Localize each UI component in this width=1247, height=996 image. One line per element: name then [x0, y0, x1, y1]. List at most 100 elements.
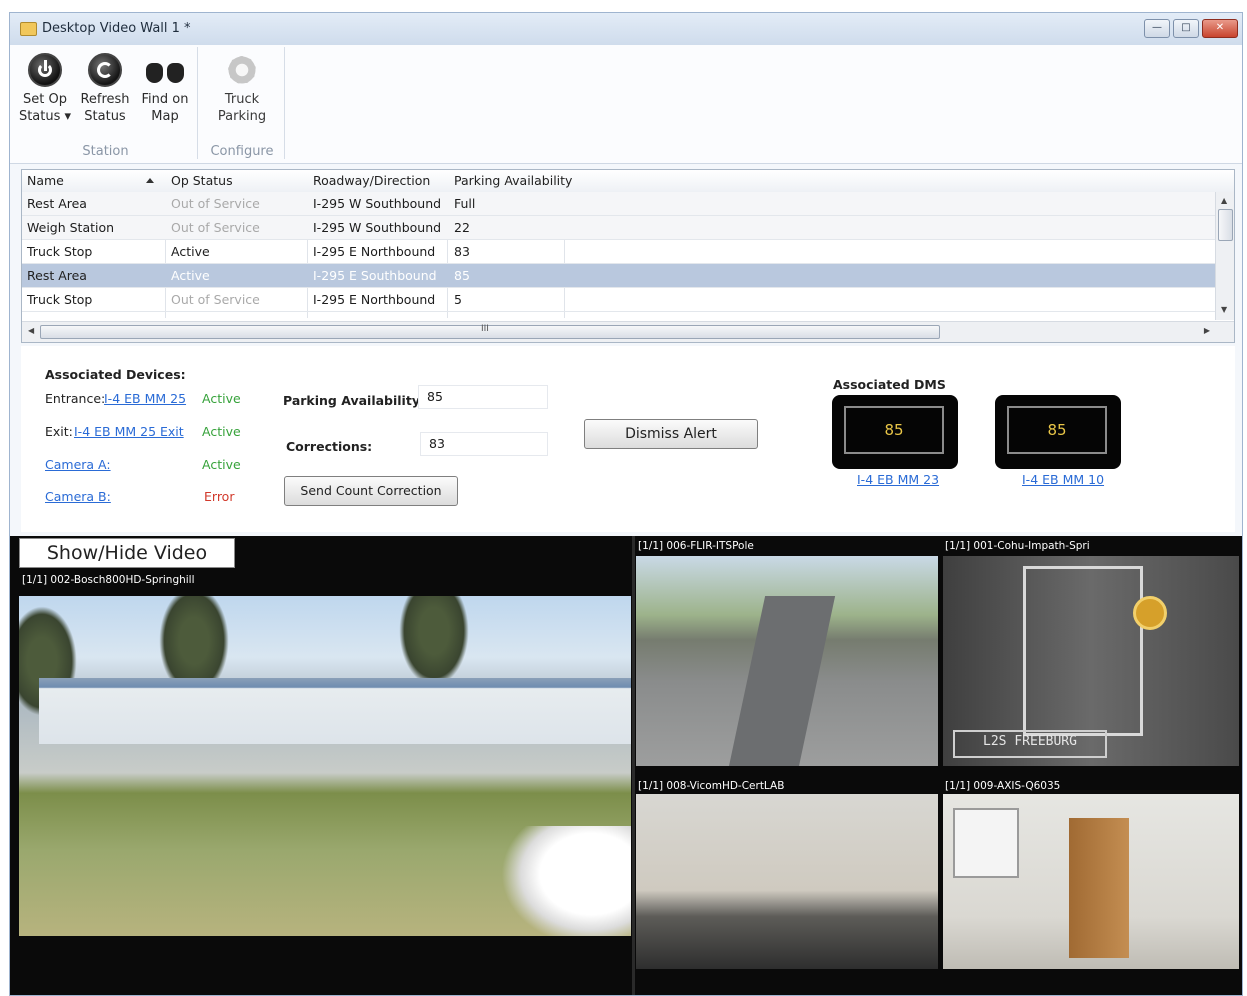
ribbon: Set Op Status ▾ Refresh Status Find on M…	[10, 45, 1242, 164]
title-bar: Desktop Video Wall 1 * — □ ✕	[10, 13, 1242, 46]
camera-view-2[interactable]: L2S FREEBURG	[943, 556, 1239, 766]
exit-link[interactable]: I-4 EB MM 25 Exit	[74, 424, 184, 439]
refresh-status-label-2: Status	[84, 109, 126, 124]
camera-label-1: [1/1] 006-FLIR-ITSPole	[638, 540, 754, 552]
refresh-status-label-1: Refresh	[80, 92, 130, 107]
cell-roadway: I-295 E Southbound	[313, 268, 437, 283]
car-image	[501, 826, 631, 936]
corrections-field[interactable]: 83	[420, 432, 548, 456]
refresh-status-button[interactable]: Refresh Status	[76, 47, 134, 125]
set-op-status-label-1: Set Op	[23, 92, 67, 107]
camera-b-link[interactable]: Camera B:	[45, 489, 111, 504]
table-row-selected[interactable]: Rest Area Active I-295 E Southbound 85	[22, 264, 1216, 288]
send-count-correction-button[interactable]: Send Count Correction	[284, 476, 458, 506]
find-on-map-button[interactable]: Find on Map	[136, 47, 194, 125]
app-window: Desktop Video Wall 1 * — □ ✕ Set Op Stat…	[9, 12, 1243, 996]
set-op-status-label-2: Status ▾	[18, 109, 72, 124]
cell-status: Active	[171, 244, 210, 259]
camera-view-1[interactable]	[636, 556, 938, 766]
cell-availability: 83	[454, 244, 470, 259]
dms-sign-2-link[interactable]: I-4 EB MM 10	[1022, 472, 1104, 487]
cell-name: Rest Area	[27, 196, 87, 211]
entrance-status: Active	[202, 391, 241, 406]
exit-status: Active	[202, 424, 241, 439]
cell-roadway: I-295 E Northbound	[313, 292, 436, 307]
cell-name: Weigh Station	[27, 220, 115, 235]
scroll-down-icon[interactable]: ▼	[1221, 305, 1227, 314]
column-header-op-status[interactable]: Op Status	[171, 173, 233, 188]
main-camera-view[interactable]	[19, 596, 631, 936]
cell-availability: Full	[454, 196, 476, 211]
find-on-map-label-2: Map	[151, 109, 179, 124]
camera-a-link[interactable]: Camera A:	[45, 457, 111, 472]
dismiss-alert-button[interactable]: Dismiss Alert	[584, 419, 758, 449]
scroll-grip: III	[481, 324, 489, 334]
parking-availability-field[interactable]: 85	[418, 385, 548, 409]
horizontal-scroll-thumb[interactable]: III	[40, 324, 940, 339]
corrections-label: Corrections:	[286, 439, 373, 454]
ribbon-group-configure: Truck Parking Configure	[200, 47, 285, 159]
dms-sign-1-link[interactable]: I-4 EB MM 23	[857, 472, 939, 487]
cell-name: Truck Stop	[27, 244, 93, 259]
binoculars-icon	[145, 53, 185, 87]
ribbon-group-station: Set Op Status ▾ Refresh Status Find on M…	[14, 47, 198, 159]
gear-icon	[225, 53, 259, 87]
video-wall: Show/Hide Video [1/1] 002-Bosch800HD-Spr…	[10, 536, 1242, 995]
camera-sign-text: L2S FREEBURG	[953, 730, 1107, 758]
station-grid: Name Op Status Roadway/Direction Parking…	[21, 169, 1235, 343]
table-row[interactable]: Rest Area Out of Service I-295 W Southbo…	[22, 192, 1216, 216]
power-icon	[28, 53, 62, 87]
scroll-up-icon[interactable]: ▲	[1221, 196, 1227, 205]
dms-sign-1-value: 85	[844, 406, 944, 454]
window-title: Desktop Video Wall 1 *	[42, 21, 191, 36]
cell-availability: 5	[454, 292, 462, 307]
cell-availability: 85	[454, 268, 470, 283]
table-row[interactable]: Truck Stop Out of Service I-295 E Northb…	[22, 288, 1216, 312]
associated-dms-title: Associated DMS	[833, 377, 946, 392]
grid-header: Name Op Status Roadway/Direction Parking…	[22, 170, 1234, 193]
column-header-parking[interactable]: Parking Availability	[454, 173, 572, 188]
cell-roadway: I-295 W Southbound	[313, 196, 442, 211]
entrance-link[interactable]: I-4 EB MM 25	[104, 391, 186, 406]
camera-view-4[interactable]	[943, 794, 1239, 969]
parking-availability-label: Parking Availability:	[283, 393, 425, 408]
cell-status: Active	[171, 268, 210, 283]
dms-sign-2[interactable]: 85	[995, 395, 1121, 469]
cell-status: Out of Service	[171, 196, 260, 211]
cell-roadway: I-295 W Southbound	[313, 220, 442, 235]
badge-reader-icon	[1133, 596, 1167, 630]
exit-label: Exit:	[45, 424, 73, 439]
ribbon-group-label-station: Station	[82, 144, 129, 159]
show-hide-video-button[interactable]: Show/Hide Video	[19, 538, 235, 568]
station-details: Associated Devices: Entrance: I-4 EB MM …	[21, 346, 1235, 532]
scroll-left-icon[interactable]: ◀	[28, 326, 34, 335]
maximize-button[interactable]: □	[1173, 19, 1199, 38]
ribbon-group-label-configure: Configure	[210, 144, 274, 159]
column-header-name[interactable]: Name	[27, 173, 64, 188]
dms-sign-2-value: 85	[1007, 406, 1107, 454]
camera-label-4: [1/1] 009-AXIS-Q6035	[945, 780, 1061, 792]
associated-devices-title: Associated Devices:	[45, 367, 186, 382]
column-header-roadway[interactable]: Roadway/Direction	[313, 173, 430, 188]
camera-label-3: [1/1] 008-VicomHD-CertLAB	[638, 780, 785, 792]
main-camera-label: [1/1] 002-Bosch800HD-Springhill	[22, 574, 195, 586]
cell-name: Rest Area	[27, 268, 87, 283]
truck-parking-label-2: Parking	[217, 109, 267, 124]
cell-availability: 22	[454, 220, 470, 235]
dms-sign-1[interactable]: 85	[832, 395, 958, 469]
close-button[interactable]: ✕	[1202, 19, 1238, 38]
vertical-scroll-thumb[interactable]	[1218, 209, 1233, 241]
cell-status: Out of Service	[171, 220, 260, 235]
camera-a-status: Active	[202, 457, 241, 472]
minimize-button[interactable]: —	[1144, 19, 1170, 38]
vertical-scrollbar[interactable]: ▲ ▼	[1215, 192, 1234, 320]
table-row[interactable]: Truck Stop Active I-295 E Northbound 83	[22, 240, 1216, 264]
table-row[interactable]: Weigh Station Out of Service I-295 W Sou…	[22, 216, 1216, 240]
camera-b-status: Error	[204, 489, 235, 504]
scroll-right-icon[interactable]: ▶	[1204, 326, 1210, 335]
truck-parking-button[interactable]: Truck Parking	[206, 47, 278, 125]
horizontal-scrollbar[interactable]: ◀ III ▶	[22, 321, 1234, 342]
set-op-status-button[interactable]: Set Op Status ▾	[16, 47, 74, 125]
camera-view-3[interactable]	[636, 794, 938, 969]
entrance-label: Entrance:	[45, 391, 106, 406]
